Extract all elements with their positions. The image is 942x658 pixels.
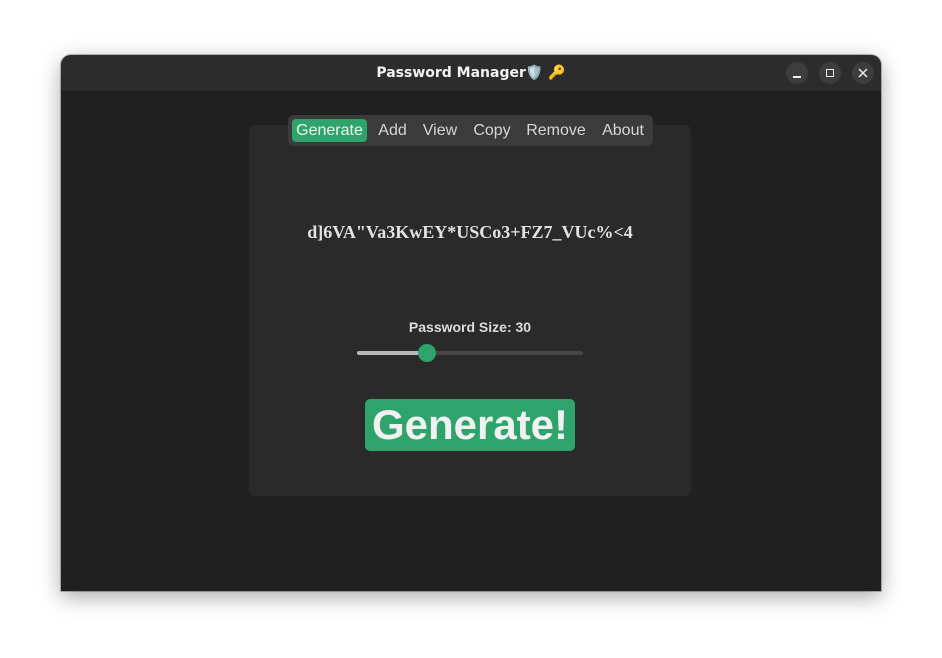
app-window: Password Manager🛡️ 🔑 Generate Add View C… [61,55,881,591]
maximize-button[interactable] [819,62,841,84]
password-size-label: Password Size: 30 [408,319,532,335]
tab-generate[interactable]: Generate [292,119,367,142]
close-button[interactable] [852,62,874,84]
key-emoji: 🔑 [548,65,566,81]
tab-remove[interactable]: Remove [523,119,589,142]
title-bar[interactable]: Password Manager🛡️ 🔑 [61,55,881,92]
tab-copy[interactable]: Copy [469,119,515,142]
minimize-icon [793,76,801,78]
tab-view[interactable]: View [419,119,461,142]
tab-about[interactable]: About [596,119,650,142]
tab-add[interactable]: Add [374,119,411,142]
tab-bar: Generate Add View Copy Remove About [288,115,653,146]
window-title: Password Manager🛡️ 🔑 [61,64,881,82]
slider-fill [357,351,427,355]
generate-button[interactable]: Generate! [365,399,575,451]
close-icon [858,68,868,78]
window-title-text: Password Manager [376,65,526,81]
maximize-icon [826,69,834,77]
slider-thumb[interactable] [418,344,436,362]
password-size-slider[interactable] [357,343,583,363]
minimize-button[interactable] [786,62,808,84]
generated-password: d]6VA"Va3KwEY*USCo3+FZ7_VUc%<4 [307,222,633,242]
shield-emoji: 🛡️ [525,65,544,81]
